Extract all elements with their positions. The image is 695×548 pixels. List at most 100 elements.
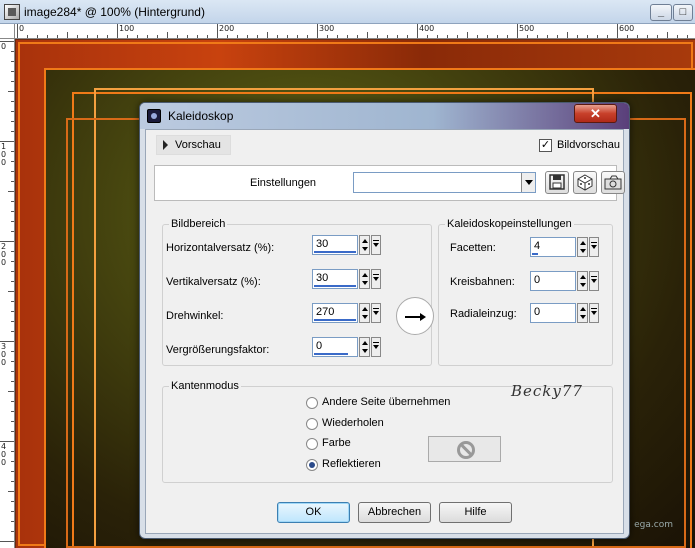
rotation-dial[interactable] xyxy=(396,297,434,335)
ruler-tick xyxy=(647,35,648,38)
ruler-tick xyxy=(11,461,14,462)
ruler-tick xyxy=(11,111,14,112)
ruler-top-label: 300 xyxy=(319,24,335,33)
ruler-tick xyxy=(11,451,14,452)
vergroesserungsfaktor-spinner[interactable]: 0 xyxy=(312,337,382,357)
radio-wiederholen[interactable] xyxy=(306,418,318,430)
ruler-tick xyxy=(11,301,14,302)
ruler-tick xyxy=(87,35,88,38)
spin-updown-icon[interactable] xyxy=(359,235,370,255)
radialeinzug-input[interactable]: 0 xyxy=(530,303,576,323)
dice-icon xyxy=(577,174,593,191)
ruler-tick xyxy=(0,541,14,542)
dialog-title: Kaleidoskop xyxy=(168,109,234,123)
ruler-tick xyxy=(37,35,38,38)
ruler-tick xyxy=(11,431,14,432)
radio-andere-seite[interactable] xyxy=(306,397,318,409)
ruler-tick xyxy=(17,24,18,38)
ruler-tick xyxy=(11,281,14,282)
ruler-tick xyxy=(11,411,14,412)
ok-button[interactable]: OK xyxy=(277,502,350,523)
spin-updown-icon[interactable] xyxy=(577,237,588,257)
kaleidoskop-dialog[interactable]: Kaleidoskop ✕ Vorschau ✓ Bildvorschau Ei… xyxy=(139,102,630,539)
ruler-tick xyxy=(11,501,14,502)
ruler-tick xyxy=(287,35,288,38)
preview-toggle[interactable]: Vorschau xyxy=(156,135,231,155)
ruler-tick xyxy=(11,471,14,472)
edge-color-swatch[interactable] xyxy=(428,436,501,462)
slider-dropdown-icon[interactable] xyxy=(371,337,381,357)
ruler-left[interactable]: 0 100 200 300 400 xyxy=(0,24,15,548)
ruler-tick xyxy=(637,35,638,38)
cancel-button[interactable]: Abbrechen xyxy=(358,502,431,523)
ruler-tick xyxy=(11,361,14,362)
facetten-spinner[interactable]: 4 xyxy=(530,237,600,257)
ruler-tick xyxy=(197,35,198,38)
ruler-tick xyxy=(147,35,148,38)
ruler-tick xyxy=(77,35,78,38)
wiederholen-label: Wiederholen xyxy=(322,417,384,429)
slider-dropdown-icon[interactable] xyxy=(589,271,599,291)
spin-updown-icon[interactable] xyxy=(577,271,588,291)
ruler-tick xyxy=(437,35,438,38)
ruler-tick xyxy=(237,35,238,38)
ruler-tick xyxy=(11,101,14,102)
ruler-tick xyxy=(11,311,14,312)
spin-updown-icon[interactable] xyxy=(577,303,588,323)
ruler-tick xyxy=(427,35,428,38)
load-preset-button[interactable] xyxy=(601,171,625,194)
ruler-tick xyxy=(27,35,28,38)
ruler-tick xyxy=(527,35,528,38)
vertikalversatz-bar xyxy=(314,285,356,287)
facetten-label: Facetten: xyxy=(450,242,496,254)
document-titlebar[interactable]: image284* @ 100% (Hintergrund) _ □ xyxy=(0,0,695,24)
spin-updown-icon[interactable] xyxy=(359,303,370,323)
kaleido-settings-title: Kaleidoskopeinstellungen xyxy=(445,218,574,230)
help-button[interactable]: Hilfe xyxy=(439,502,512,523)
kreisbahnen-spinner[interactable]: 0 xyxy=(530,271,600,291)
ruler-tick xyxy=(327,35,328,38)
slider-dropdown-icon[interactable] xyxy=(371,235,381,255)
radio-reflektieren[interactable] xyxy=(306,459,318,471)
radialeinzug-spinner[interactable]: 0 xyxy=(530,303,600,323)
random-preset-button[interactable] xyxy=(573,171,597,194)
kreisbahnen-input[interactable]: 0 xyxy=(530,271,576,291)
slider-dropdown-icon[interactable] xyxy=(589,237,599,257)
ruler-tick xyxy=(11,271,14,272)
ruler-tick xyxy=(357,35,358,38)
ruler-left-label: 400 xyxy=(1,442,7,467)
vertikalversatz-spinner[interactable]: 30 xyxy=(312,269,382,289)
ruler-tick xyxy=(317,24,318,38)
spin-updown-icon[interactable] xyxy=(359,269,370,289)
maximize-button[interactable]: □ xyxy=(673,4,693,21)
floppy-disk-icon xyxy=(549,174,565,190)
ruler-tick xyxy=(297,35,298,38)
dialog-close-button[interactable]: ✕ xyxy=(574,104,617,123)
ruler-tick xyxy=(307,35,308,38)
minimize-button[interactable]: _ xyxy=(650,4,672,21)
ruler-tick xyxy=(67,32,68,38)
ruler-tick xyxy=(667,32,668,38)
ruler-tick xyxy=(417,24,418,38)
ruler-tick xyxy=(11,201,14,202)
ruler-tick xyxy=(127,35,128,38)
einstellungen-select[interactable] xyxy=(353,172,536,193)
ruler-tick xyxy=(497,35,498,38)
bildvorschau-checkbox[interactable]: ✓ xyxy=(539,139,552,152)
slider-dropdown-icon[interactable] xyxy=(371,303,381,323)
dialog-titlebar[interactable]: Kaleidoskop ✕ xyxy=(140,103,629,129)
ruler-tick xyxy=(587,35,588,38)
spin-updown-icon[interactable] xyxy=(359,337,370,357)
radio-farbe[interactable] xyxy=(306,438,318,450)
slider-dropdown-icon[interactable] xyxy=(371,269,381,289)
chevron-down-icon[interactable] xyxy=(521,173,535,192)
ruler-tick xyxy=(11,51,14,52)
save-preset-button[interactable] xyxy=(545,171,569,194)
ruler-tick xyxy=(8,391,14,392)
ruler-tick xyxy=(487,35,488,38)
slider-dropdown-icon[interactable] xyxy=(589,303,599,323)
drehwinkel-spinner[interactable]: 270 xyxy=(312,303,382,323)
ruler-tick xyxy=(11,131,14,132)
ruler-top[interactable]: 0 100 200 300 400 500 600 xyxy=(15,24,695,39)
horizontalversatz-spinner[interactable]: 30 xyxy=(312,235,382,255)
